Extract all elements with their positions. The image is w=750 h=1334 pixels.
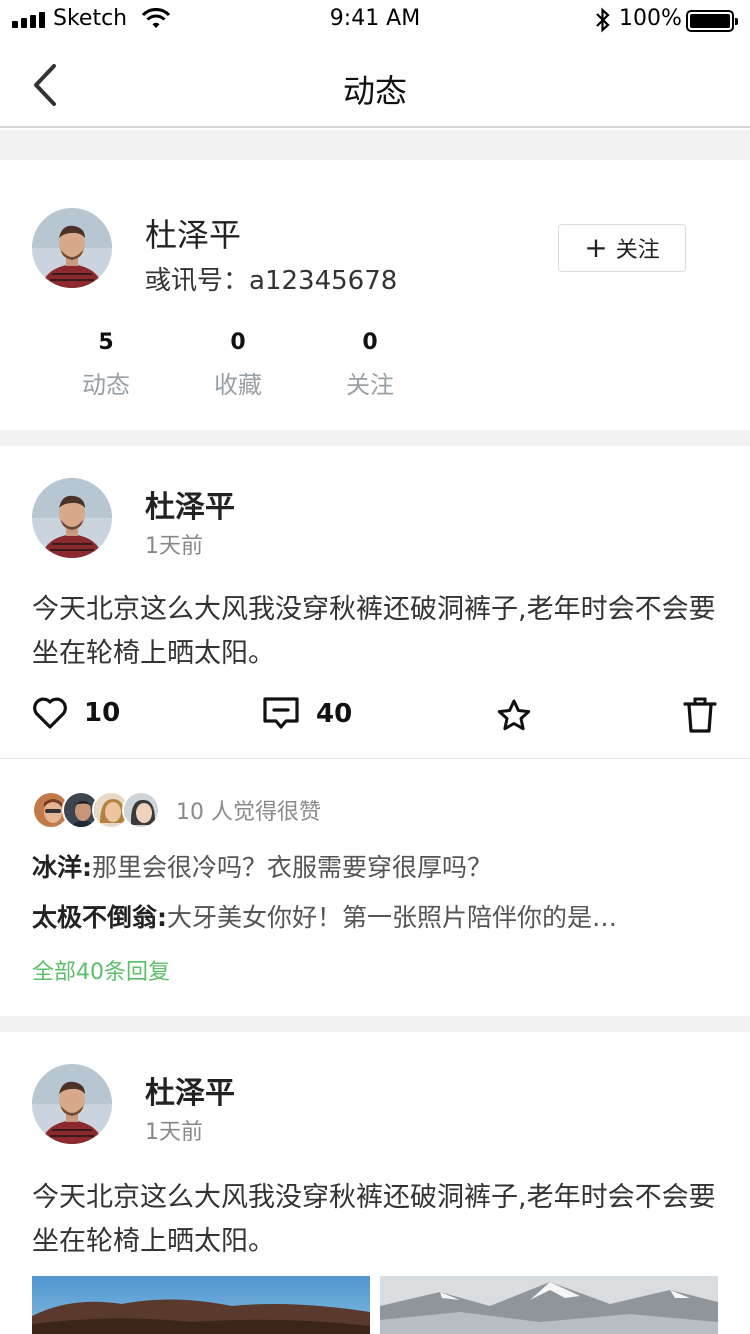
- status-bar: Sketch 9:41 AM 100%: [0, 0, 750, 40]
- comment-author: 冰洋: [32, 853, 83, 882]
- post-text: 今天北京这么大风我没穿秋裤还破洞裤子,老年时会不会要坐在轮椅上晒太阳。: [32, 594, 716, 669]
- profile-card: 杜泽平 彧讯号：a12345678 + 关注 5 动态 0 收藏 0 关注: [0, 160, 750, 430]
- stat-posts-count: 5: [98, 330, 114, 355]
- stat-following[interactable]: 0 关注: [310, 330, 430, 400]
- stat-following-count: 0: [362, 330, 378, 355]
- stat-favorites-count: 0: [230, 330, 246, 355]
- comment-colon: :: [82, 853, 93, 882]
- comment-text: 大牙美女你好！第一张照片陪伴你的是…: [167, 903, 618, 932]
- post-time: 1天前: [145, 1120, 203, 1145]
- nav-bar: 动态: [0, 40, 750, 128]
- stat-favorites-label: 收藏: [214, 371, 262, 399]
- comment-icon: [263, 697, 299, 729]
- post-author: 杜泽平: [145, 490, 235, 525]
- follow-button[interactable]: + 关注: [558, 224, 686, 272]
- bluetooth-icon: [596, 7, 610, 33]
- star-icon[interactable]: [496, 698, 532, 732]
- post-time: 1天前: [145, 534, 203, 559]
- section-gap: [0, 130, 750, 160]
- comment-author: 太极不倒翁: [32, 903, 158, 932]
- profile-name: 杜泽平: [145, 216, 242, 254]
- divider: [0, 758, 750, 759]
- battery-percent: 100%: [619, 6, 682, 31]
- post-photo[interactable]: [32, 1276, 370, 1334]
- profile-uid: 彧讯号：a12345678: [145, 260, 397, 297]
- liked-by-text: 10 人觉得很赞: [176, 800, 321, 825]
- post-avatar[interactable]: [32, 478, 112, 558]
- like-button[interactable]: 10: [32, 696, 120, 730]
- liked-by-row[interactable]: 10 人觉得很赞: [32, 790, 321, 830]
- uid-label: 彧讯号：: [145, 266, 250, 296]
- section-gap: [0, 430, 750, 446]
- page-title: 动态: [342, 72, 407, 110]
- comment-colon: :: [157, 903, 168, 932]
- plus-icon: +: [584, 231, 608, 264]
- comment-count: 40: [316, 699, 353, 729]
- heart-icon: [33, 697, 67, 729]
- comment-item[interactable]: 冰洋:那里会很冷吗？衣服需要穿很厚吗？: [32, 848, 722, 884]
- stat-following-label: 关注: [346, 371, 394, 399]
- comment-item[interactable]: 太极不倒翁:大牙美女你好！第一张照片陪伴你的是…: [32, 898, 722, 934]
- follow-label: 关注: [615, 238, 660, 263]
- uid-value: a12345678: [249, 266, 398, 296]
- like-count: 10: [84, 698, 121, 728]
- liker-avatar: [122, 791, 160, 829]
- trash-icon[interactable]: [682, 696, 718, 734]
- profile-avatar[interactable]: [32, 208, 112, 288]
- stat-posts[interactable]: 5 动态: [46, 330, 166, 400]
- battery-icon: [686, 10, 738, 32]
- post-text: 今天北京这么大风我没穿秋裤还破洞裤子,老年时会不会要坐在轮椅上晒太阳。: [32, 1182, 716, 1257]
- stat-favorites[interactable]: 0 收藏: [178, 330, 298, 400]
- comment-button[interactable]: 40: [262, 696, 352, 732]
- section-gap: [0, 1016, 750, 1032]
- post-avatar[interactable]: [32, 1064, 112, 1144]
- post-photo[interactable]: [380, 1276, 718, 1334]
- comment-text: 那里会很冷吗？衣服需要穿很厚吗？: [92, 853, 493, 882]
- all-replies-link[interactable]: 全部40条回复: [32, 954, 170, 986]
- post-author: 杜泽平: [145, 1076, 235, 1111]
- stat-posts-label: 动态: [82, 371, 130, 399]
